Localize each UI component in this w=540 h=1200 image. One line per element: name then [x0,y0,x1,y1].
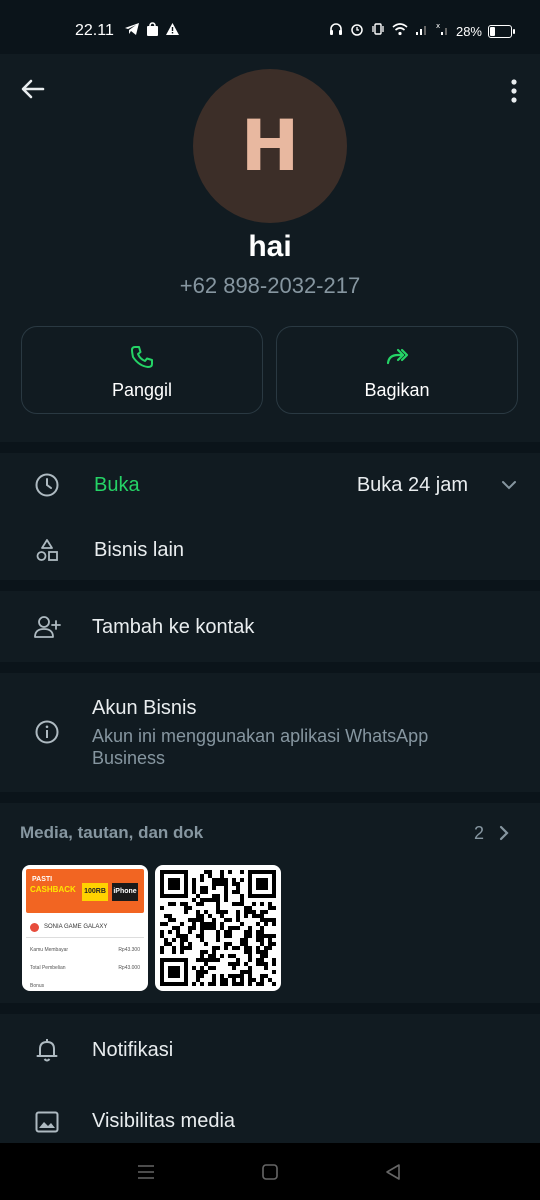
media-title[interactable]: Media, tautan, dan dok [20,823,203,843]
store-name: SONIA GAME GALAXY [44,924,108,930]
vibrate-icon [372,23,384,35]
battery-icon [488,25,515,38]
banner-line2: CASHBACK [30,885,76,894]
promo2: iPhone [112,883,138,901]
clock-icon [35,473,59,497]
battery-percent: 28% [455,24,482,39]
call-label: Panggil [111,380,173,400]
home-nav-icon[interactable] [260,1162,280,1182]
alarm-icon [351,24,363,36]
forward-icon [386,348,409,365]
status-bar: 22.11 x 28% [0,0,540,54]
settings-section: Notifikasi Visibilitas media [0,1014,540,1143]
receipt-row2-label: Total Pembelian [30,965,66,971]
signal-icon [416,26,426,35]
status-right-icons: x [329,22,450,36]
other-business-label: Bisnis lain [94,539,185,561]
svg-text:x: x [436,22,440,30]
contact-header: H hai +62 898-2032-217 Panggil Bagikan [0,54,540,442]
media-count[interactable]: 2 [474,823,484,844]
status-left-icons [124,22,180,37]
store-logo-icon [30,923,39,932]
contact-name: hai [248,230,292,263]
notifications-label: Notifikasi [92,1039,174,1061]
promo1: 100RB [82,883,108,901]
media-thumbnail-qr[interactable] [155,865,281,991]
media-visibility-row[interactable]: Visibilitas media [0,1086,540,1143]
chevron-right-icon[interactable] [498,824,510,842]
hours-status: Buka [94,474,140,496]
business-account-subtitle: Akun ini menggunakan aplikasi WhatsApp B… [92,726,429,768]
receipt-row1-value: Rp43.300 [118,947,140,953]
media-thumbnail-receipt[interactable]: PASTI CASHBACK 100RB iPhone SONIA GAME G… [22,865,148,991]
business-hours-row[interactable]: Buka Buka 24 jam [0,453,540,517]
phone-icon [131,346,153,368]
avatar[interactable]: H [193,69,347,223]
other-business-row[interactable]: Bisnis lain [0,517,540,580]
headphones-icon [330,23,342,35]
hours-value: Buka 24 jam [356,474,468,496]
more-options-icon[interactable] [506,76,522,106]
shopee-icon [147,22,158,36]
menu-nav-icon[interactable] [136,1162,156,1182]
system-navigation-bar [0,1143,540,1200]
banner-line1: PASTI [32,876,53,883]
telegram-icon [125,23,139,35]
bell-icon [36,1039,58,1062]
share-label: Bagikan [364,380,430,400]
business-account-section: Akun Bisnis Akun ini menggunakan aplikas… [0,673,540,792]
back-arrow-icon[interactable] [18,74,48,104]
add-contact-row[interactable]: Tambah ke kontak [0,591,540,662]
signal-off-icon: x [436,22,447,35]
share-button[interactable]: Bagikan [276,326,518,414]
image-icon [35,1111,59,1133]
receipt-row2-value: Rp43.000 [118,965,140,971]
wifi-icon [392,23,408,36]
call-button[interactable]: Panggil [21,326,263,414]
shapes-icon [36,539,58,561]
add-contact-section: Tambah ke kontak [0,591,540,662]
avatar-letter: H [240,105,300,187]
status-time: 22.11 [75,22,114,39]
media-visibility-label: Visibilitas media [92,1110,236,1132]
business-account-row[interactable]: Akun Bisnis Akun ini menggunakan aplikas… [0,673,540,792]
back-nav-icon[interactable] [383,1162,403,1182]
chevron-down-icon [502,481,516,490]
business-info-section: Buka Buka 24 jam Bisnis lain [0,453,540,580]
contact-phone: +62 898-2032-217 [179,273,361,298]
qr-code-image [160,870,276,986]
info-icon [35,720,59,744]
business-account-title: Akun Bisnis [92,697,197,719]
receipt-divider [26,937,144,938]
add-contact-label: Tambah ke kontak [92,616,255,638]
media-section: Media, tautan, dan dok 2 PASTI CASHBACK … [0,803,540,1003]
notifications-row[interactable]: Notifikasi [0,1014,540,1086]
receipt-row1-label: Kamu Membayar [30,947,69,953]
add-person-icon [34,616,61,638]
receipt-footer: Bonus [30,983,45,989]
warning-icon [166,23,179,35]
promo-banner: PASTI CASHBACK 100RB iPhone [26,869,144,913]
